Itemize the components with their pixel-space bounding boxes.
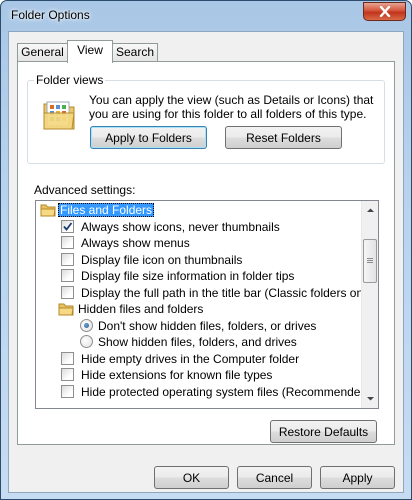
folder-views-group: Folder views You can apply the view (suc… bbox=[27, 73, 385, 164]
tree-item-label: Hide extensions for known file types bbox=[81, 368, 273, 382]
tab-view-label: View bbox=[77, 43, 103, 57]
tree-item-label: Display file size information in folder … bbox=[81, 269, 295, 283]
radio-selected-icon[interactable] bbox=[80, 318, 93, 332]
restore-defaults-button[interactable]: Restore Defaults bbox=[270, 420, 377, 443]
tab-general[interactable]: General bbox=[17, 43, 68, 62]
checkbox-unchecked-icon[interactable] bbox=[61, 285, 74, 299]
close-icon bbox=[379, 6, 390, 17]
checkbox-checked-icon[interactable] bbox=[61, 219, 74, 233]
apply-to-folders-button[interactable]: Apply to Folders bbox=[90, 126, 207, 149]
checkbox-unchecked-icon[interactable] bbox=[61, 384, 74, 398]
folder-views-description: You can apply the view (such as Details … bbox=[89, 93, 374, 121]
tree-item-label: Hide empty drives in the Computer folder bbox=[81, 351, 300, 366]
checkbox-unchecked-icon[interactable] bbox=[61, 368, 74, 381]
tree-item-label: Show hidden files, folders, and drives bbox=[98, 335, 297, 349]
tree-item-label: Display file icon on thumbnails bbox=[81, 252, 243, 267]
checkbox-unchecked-icon[interactable] bbox=[61, 236, 74, 249]
folder-views-icon bbox=[43, 101, 75, 130]
dialog-client-area: General View Search Folder views You can… bbox=[8, 31, 404, 493]
advanced-settings-items: Files and Folders Always show icons, neve… bbox=[36, 201, 376, 408]
tree-item-label: Hide protected operating system files (R… bbox=[81, 384, 372, 399]
tree-item-label: Files and Folders bbox=[58, 203, 155, 217]
checkbox-unchecked-icon[interactable] bbox=[61, 269, 74, 282]
scroll-up-arrow-icon[interactable] bbox=[366, 206, 375, 215]
folder-icon bbox=[40, 204, 56, 217]
view-tab-panel: Folder views You can apply the view (suc… bbox=[17, 61, 395, 445]
cancel-button[interactable]: Cancel bbox=[237, 466, 312, 489]
tab-general-label: General bbox=[21, 45, 64, 59]
tree-item-label: Always show icons, never thumbnails bbox=[81, 219, 280, 234]
close-button[interactable] bbox=[363, 2, 406, 21]
radio-unselected-icon[interactable] bbox=[80, 335, 93, 348]
folder-options-window: Folder Options General View Search Folde… bbox=[0, 0, 412, 500]
scroll-down-arrow-icon[interactable] bbox=[366, 394, 375, 403]
checkbox-unchecked-icon[interactable] bbox=[61, 252, 74, 266]
tab-search[interactable]: Search bbox=[112, 43, 158, 62]
tree-item-label: Hidden files and folders bbox=[78, 302, 204, 316]
scroll-thumb[interactable] bbox=[363, 239, 377, 283]
tree-item-label: Don't show hidden files, folders, or dri… bbox=[98, 318, 317, 333]
title-bar[interactable]: Folder Options bbox=[1, 1, 411, 31]
tab-search-label: Search bbox=[115, 45, 155, 59]
tree-vertical-scrollbar[interactable] bbox=[361, 201, 378, 408]
advanced-settings-tree[interactable]: Files and Folders Always show icons, neve… bbox=[35, 200, 379, 409]
reset-folders-button[interactable]: Reset Folders bbox=[225, 126, 342, 149]
checkbox-unchecked-icon[interactable] bbox=[61, 351, 74, 365]
tab-view[interactable]: View bbox=[67, 40, 113, 63]
tree-item-label: Display the full path in the title bar (… bbox=[81, 285, 376, 300]
advanced-settings-label: Advanced settings: bbox=[34, 183, 136, 197]
ok-button[interactable]: OK bbox=[154, 466, 229, 489]
tree-item-label: Always show menus bbox=[81, 236, 190, 250]
folder-views-legend: Folder views bbox=[34, 73, 106, 87]
apply-button[interactable]: Apply bbox=[320, 466, 395, 489]
window-title: Folder Options bbox=[11, 8, 90, 22]
folder-icon bbox=[58, 303, 74, 316]
